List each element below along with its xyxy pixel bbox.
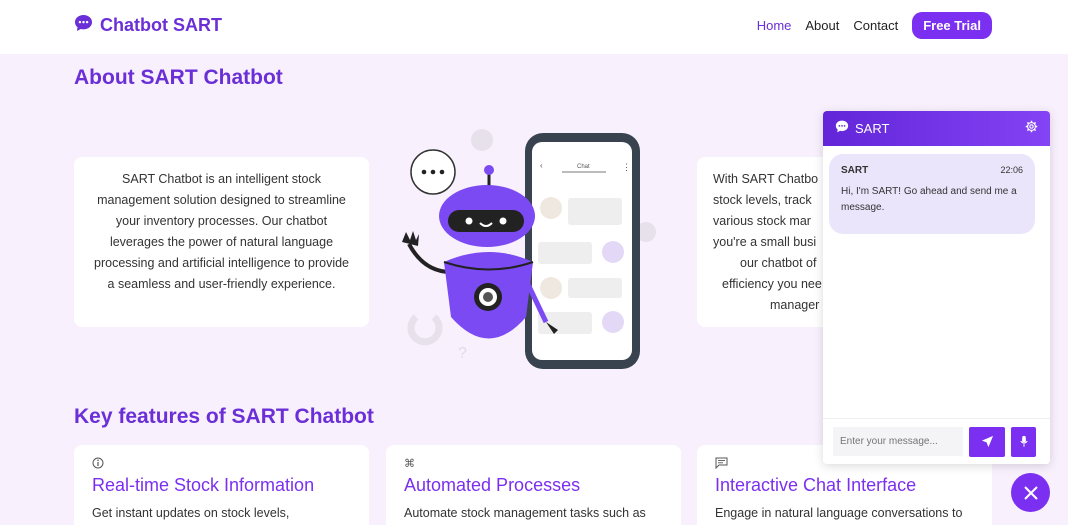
message-sender: SART xyxy=(841,165,869,176)
message-text: Hi, I'm SART! Go ahead and send me a mes… xyxy=(841,186,1017,213)
microphone-button[interactable] xyxy=(1011,426,1036,457)
chat-input-area xyxy=(823,418,1050,464)
microphone-icon xyxy=(1019,435,1028,447)
command-icon: ⌘ xyxy=(404,458,415,470)
nav-about-link[interactable]: About xyxy=(805,18,839,33)
about-title: About SART Chatbot xyxy=(74,66,283,89)
about-card-left: SART Chatbot is an intelligent stock man… xyxy=(74,157,369,327)
chat-bubble-icon xyxy=(74,14,93,37)
feature-card-automated: ⌘ Automated Processes Automate stock man… xyxy=(386,445,681,525)
svg-text:Chat: Chat xyxy=(577,164,590,170)
gear-icon[interactable] xyxy=(1025,120,1038,138)
chat-message-input[interactable] xyxy=(833,427,963,456)
feature-title: Interactive Chat Interface xyxy=(715,475,917,495)
svg-text:‹: ‹ xyxy=(540,161,543,170)
feature-card-realtime: Real-time Stock Information Get instant … xyxy=(74,445,369,525)
svg-text:?: ? xyxy=(458,345,467,362)
feature-description: Engage in natural language conversations… xyxy=(715,506,963,520)
chat-widget: SART SART 22:06 Hi, I'm SART! Go ahead a… xyxy=(823,111,1050,464)
nav-links: Home About Contact Free Trial xyxy=(757,12,992,39)
brand-link[interactable]: Chatbot SART xyxy=(74,14,222,37)
free-trial-button[interactable]: Free Trial xyxy=(912,12,992,39)
feature-description: Automate stock management tasks such as xyxy=(404,506,646,520)
close-icon xyxy=(1023,485,1038,500)
close-chat-button[interactable] xyxy=(1011,473,1050,512)
about-description: SART Chatbot is an intelligent stock man… xyxy=(94,172,350,291)
svg-text:⋮: ⋮ xyxy=(622,162,631,172)
nav-contact-link[interactable]: Contact xyxy=(853,18,898,33)
feature-title: Automated Processes xyxy=(404,475,581,495)
info-icon xyxy=(92,457,351,471)
feature-description: Get instant updates on stock levels, xyxy=(92,506,290,520)
send-button[interactable] xyxy=(969,426,1005,457)
chat-header: SART xyxy=(823,111,1050,146)
chat-message-bubble: SART 22:06 Hi, I'm SART! Go ahead and se… xyxy=(829,154,1035,234)
features-title: Key features of SART Chatbot xyxy=(74,405,374,428)
chatbot-robot-illustration: ? ‹ Chat ⋮ xyxy=(396,122,661,372)
brand-name: Chatbot SART xyxy=(100,15,222,35)
message-timestamp: 22:06 xyxy=(1000,165,1023,175)
chat-header-title: SART xyxy=(855,121,890,136)
nav-home-link[interactable]: Home xyxy=(757,18,792,33)
navbar: Chatbot SART Home About Contact Free Tri… xyxy=(0,0,1068,54)
chat-bubble-icon xyxy=(835,120,849,138)
feature-title: Real-time Stock Information xyxy=(92,475,315,495)
send-icon xyxy=(981,435,993,448)
